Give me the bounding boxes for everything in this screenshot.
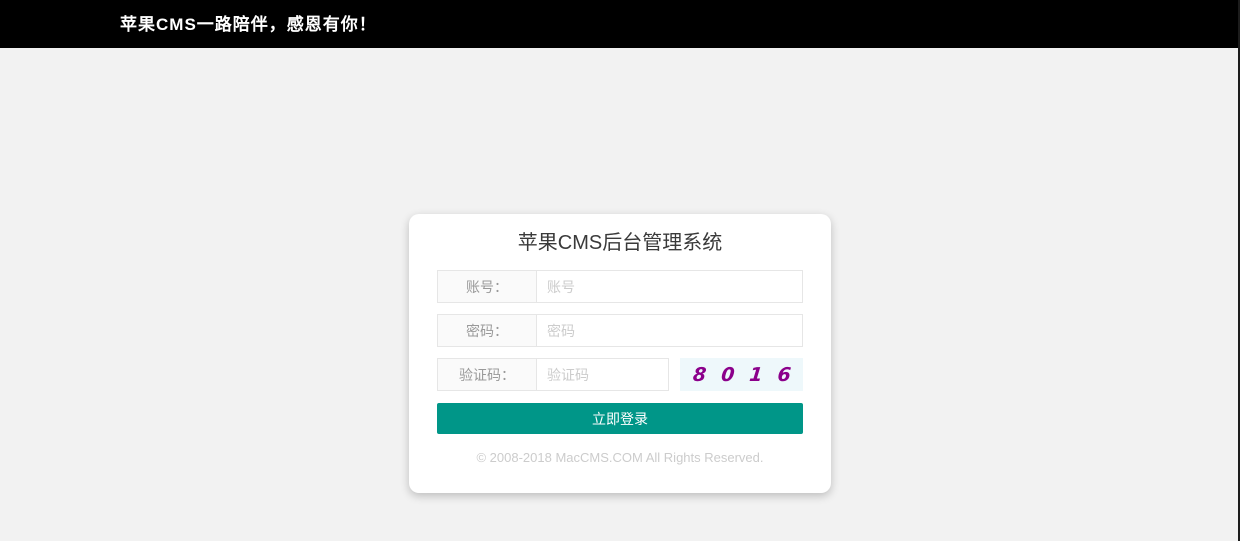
password-input[interactable] (536, 314, 803, 347)
login-button[interactable]: 立即登录 (437, 403, 803, 434)
username-input[interactable] (536, 270, 803, 303)
username-label: 账号： (437, 270, 537, 303)
top-notice-bar: 苹果CMS一路陪伴，感恩有你！ (0, 0, 1240, 48)
login-card: 苹果CMS后台管理系统 账号： 密码： 验证码： 8016 立即登录 © 200… (409, 214, 831, 493)
username-row: 账号： (437, 270, 803, 303)
top-notice-text: 苹果CMS一路陪伴，感恩有你！ (120, 14, 377, 34)
password-row: 密码： (437, 314, 803, 347)
password-label: 密码： (437, 314, 537, 347)
page-title: 苹果CMS后台管理系统 (517, 232, 723, 254)
captcha-label: 验证码： (437, 358, 537, 391)
copyright-text: © 2008-2018 MacCMS.COM All Rights Reserv… (476, 450, 764, 465)
captcha-code-text: 8016 (691, 363, 807, 386)
captcha-image[interactable]: 8016 (680, 358, 807, 391)
captcha-input[interactable] (536, 358, 669, 391)
captcha-row: 验证码： 8016 (437, 358, 807, 391)
